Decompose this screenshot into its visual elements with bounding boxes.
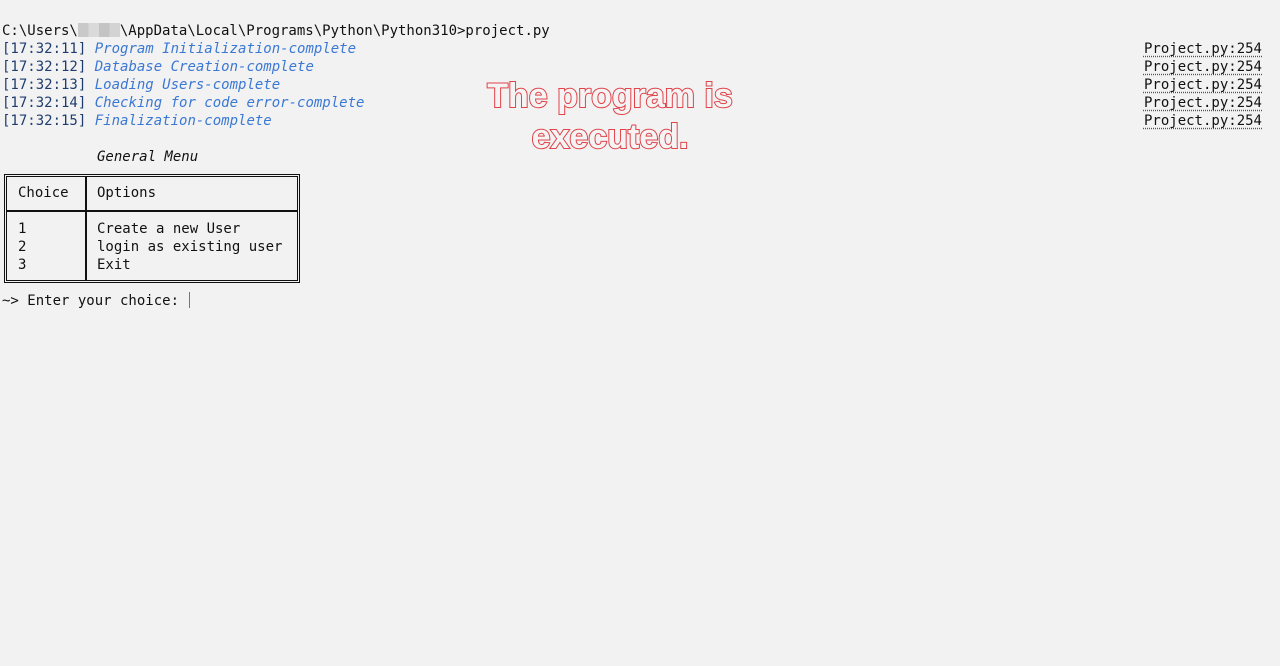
- menu-row-option: login as existing user: [97, 239, 283, 255]
- command-line: C:\Users\ \AppData\Local\Programs\Python\…: [2, 22, 550, 40]
- log-timestamp: [17:32:13]: [2, 77, 87, 93]
- log-timestamp: [17:32:11]: [2, 41, 87, 57]
- log-source: Project.py:254: [1143, 77, 1262, 93]
- log-message: Finalization-complete: [94, 113, 272, 129]
- menu-row-choice: 2: [18, 239, 27, 255]
- annotation-overlay: The program is executed.: [450, 76, 770, 158]
- menu-row-choice: 3: [18, 257, 27, 273]
- log-line: [17:32:13] Loading Users-complete: [2, 76, 280, 94]
- annotation-line-2: executed.: [531, 117, 690, 157]
- prompt-label: ~> Enter your choice:: [2, 293, 188, 309]
- log-source: Project.py:254: [1143, 113, 1262, 129]
- log-line: [17:32:12] Database Creation-complete: [2, 58, 314, 76]
- log-line: [17:32:14] Checking for code error-compl…: [2, 94, 364, 112]
- log-line: [17:32:15] Finalization-complete: [2, 112, 272, 130]
- log-message: Checking for code error-complete: [94, 95, 365, 111]
- menu-row-option: Exit: [97, 257, 131, 273]
- log-timestamp: [17:32:15]: [2, 113, 87, 129]
- menu-row-choice: 1: [18, 221, 27, 237]
- log-source: Project.py:254: [1143, 95, 1262, 111]
- menu-row-option: Create a new User: [97, 221, 241, 237]
- annotation-line-1: The program is: [486, 76, 734, 116]
- menu-title: General Menu: [97, 149, 199, 165]
- log-message: Database Creation-complete: [94, 59, 314, 75]
- log-message: Program Initialization-complete: [94, 41, 357, 57]
- log-line: [17:32:11] Program Initialization-comple…: [2, 40, 356, 58]
- log-timestamp: [17:32:14]: [2, 95, 87, 111]
- input-prompt[interactable]: ~> Enter your choice:: [2, 292, 191, 310]
- log-source: Project.py:254: [1143, 41, 1262, 57]
- redacted-username: [77, 23, 120, 37]
- log-timestamp: [17:32:12]: [2, 59, 87, 75]
- header-choice: Choice: [18, 185, 69, 201]
- command-prefix: C:\Users\: [2, 23, 78, 39]
- header-divider: [7, 210, 297, 212]
- command-suffix: \AppData\Local\Programs\Python\Python310…: [119, 23, 550, 39]
- text-cursor[interactable]: [189, 292, 191, 308]
- menu-table: Choice Options 1 Create a new User 2 log…: [4, 174, 300, 283]
- column-divider: [85, 177, 87, 280]
- log-message: Loading Users-complete: [94, 77, 281, 93]
- log-source: Project.py:254: [1143, 59, 1262, 75]
- header-options: Options: [97, 185, 157, 201]
